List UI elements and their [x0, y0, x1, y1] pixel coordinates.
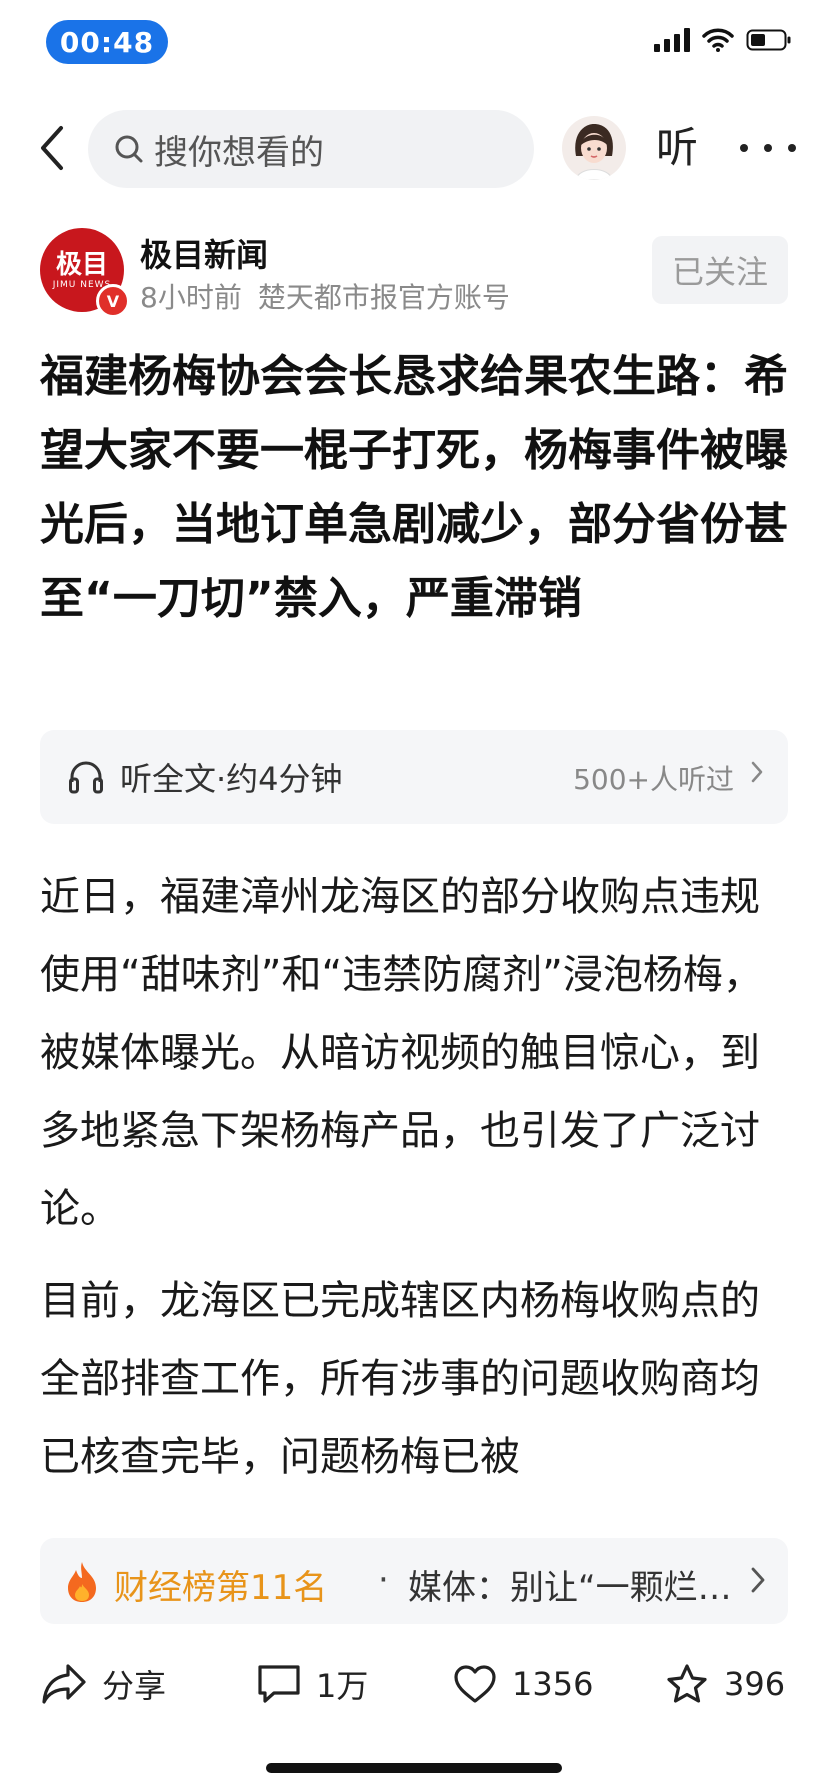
listen-button[interactable]: 听 — [656, 116, 698, 180]
hot-rank: 财经榜第11名 — [114, 1568, 328, 1608]
share-label: 分享 — [102, 1667, 167, 1705]
chevron-right-icon — [751, 761, 763, 783]
avatar-icon — [575, 124, 613, 180]
status-bar: 00:48 — [0, 0, 828, 90]
hot-list-bar[interactable]: 财经榜第11名 · 媒体：别让“一颗烂… — [40, 1538, 788, 1624]
listen-full-text-label: 听全文·约4分钟 — [120, 760, 343, 798]
status-time: 00:48 — [46, 20, 168, 64]
more-dot-icon — [740, 144, 748, 152]
article-paragraph: 目前，龙海区已完成辖区内杨梅收购点的全部排查工作，所有涉事的问题收购商均已核查完… — [40, 1278, 760, 1480]
chevron-left-icon — [41, 126, 63, 170]
heart-icon — [454, 1665, 496, 1703]
home-indicator[interactable] — [266, 1763, 562, 1773]
hot-separator: · — [378, 1560, 389, 1600]
signal-icon — [654, 28, 690, 52]
more-options-button[interactable] — [740, 116, 796, 180]
share-button[interactable]: 分享 — [40, 1658, 166, 1710]
search-input[interactable]: 搜你想看的 — [88, 110, 534, 188]
publisher-logo[interactable]: 极目 JIMU NEWS V — [40, 228, 130, 318]
star-icon — [667, 1664, 707, 1703]
listen-full-text-card[interactable]: 听全文·约4分钟 500+人听过 — [40, 730, 788, 824]
back-button[interactable] — [26, 122, 78, 174]
comment-button[interactable]: 1万 — [256, 1658, 368, 1710]
chevron-right-icon — [751, 1567, 765, 1593]
logo-text: 极目 — [55, 250, 108, 280]
more-dot-icon — [764, 144, 772, 152]
favorite-count: 396 — [724, 1665, 786, 1703]
share-icon — [42, 1664, 86, 1704]
publisher-name[interactable]: 极目新闻 — [140, 230, 268, 276]
article-paragraph: 近日，福建漳州龙海区的部分收购点违规使用“甜味剂”和“违禁防腐剂”浸泡杨梅，被媒… — [40, 874, 763, 1232]
search-icon — [115, 135, 143, 163]
search-placeholder: 搜你想看的 — [154, 132, 324, 173]
favorite-button[interactable]: 396 — [664, 1658, 785, 1710]
publish-time: 8小时前 — [140, 281, 242, 314]
article-title: 福建杨梅协会会长恳求给果农生路：希望大家不要一棍子打死，杨梅事件被曝光后，当地订… — [40, 351, 788, 624]
like-count: 1356 — [512, 1665, 594, 1703]
account-description: 楚天都市报官方账号 — [257, 281, 510, 314]
hot-headline: 媒体：别让“一颗烂… — [408, 1568, 732, 1608]
verified-badge: V — [96, 284, 130, 318]
comment-icon — [258, 1665, 300, 1703]
battery-icon — [746, 29, 791, 51]
author-row: 极目 JIMU NEWS V 极目新闻 8小时前 楚天都市报官方账号 已关注 — [0, 226, 828, 318]
headphones-icon — [69, 761, 103, 794]
follow-button[interactable]: 已关注 — [652, 236, 788, 304]
publisher-meta: 8小时前 楚天都市报官方账号 — [140, 276, 510, 316]
ai-assistant-avatar[interactable] — [562, 116, 626, 180]
bottom-action-bar: 分享 1万 1356 396 — [0, 1636, 828, 1732]
like-button[interactable]: 1356 — [452, 1658, 593, 1710]
flame-icon — [68, 1562, 96, 1602]
more-dot-icon — [788, 144, 796, 152]
comment-count: 1万 — [316, 1667, 369, 1705]
status-icons — [654, 28, 792, 52]
top-nav: 搜你想看的 听 — [0, 98, 828, 198]
listen-count: 500+人听过 — [573, 763, 734, 796]
wifi-icon — [702, 28, 734, 52]
